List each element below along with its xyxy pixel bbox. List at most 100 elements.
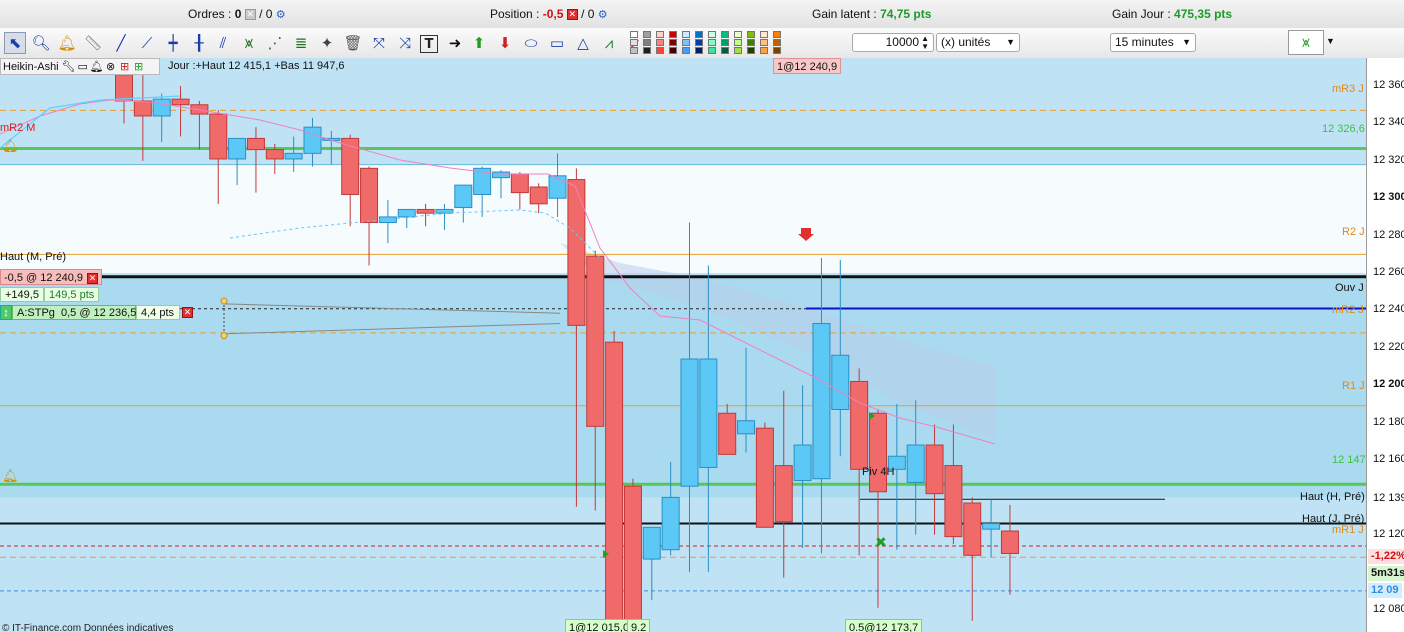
quantity-stepper-icon[interactable]: ▲ ▼: [921, 35, 929, 51]
alert-bell-icon[interactable]: 🔔︎: [56, 32, 78, 54]
color-swatch[interactable]: [747, 47, 755, 54]
position-value: -0,5: [542, 7, 564, 21]
color-swatch[interactable]: [695, 39, 703, 46]
channel-icon[interactable]: ⋰: [264, 32, 286, 54]
alert-bell-icon-2[interactable]: 🔔︎: [2, 468, 19, 484]
color-swatch[interactable]: [734, 31, 742, 38]
color-swatch[interactable]: [708, 39, 716, 46]
color-swatch[interactable]: [656, 31, 664, 38]
close-icon[interactable]: ⊗: [104, 60, 118, 73]
color-swatch[interactable]: [773, 31, 781, 38]
arrows-icon[interactable]: ⤨: [394, 32, 416, 54]
line-extended-icon[interactable]: ⟋: [136, 32, 158, 54]
drag-handle-icon[interactable]: ↕: [0, 305, 12, 320]
candle-body: [812, 322, 831, 480]
unit-chevron-down-icon: ▼: [1006, 37, 1015, 47]
zoom-icon[interactable]: 🔍︎: [30, 32, 52, 54]
color-swatch[interactable]: [669, 39, 677, 46]
color-swatch[interactable]: [760, 47, 768, 54]
color-swatch[interactable]: [656, 47, 664, 54]
color-swatch[interactable]: [682, 47, 690, 54]
color-swatch[interactable]: [695, 31, 703, 38]
color-swatch[interactable]: [630, 47, 638, 54]
color-swatch[interactable]: [747, 31, 755, 38]
chart-canvas[interactable]: ✖: [0, 58, 1366, 632]
color-swatch[interactable]: [773, 39, 781, 46]
alert-bell-icon[interactable]: 🔔︎: [90, 60, 104, 73]
wrench-icon[interactable]: 🔧︎: [62, 60, 76, 73]
color-swatch[interactable]: [734, 39, 742, 46]
quantity-input[interactable]: 10000 ▲ ▼: [852, 33, 934, 52]
color-swatch[interactable]: [682, 39, 690, 46]
down-arrow-icon[interactable]: ⊞: [118, 60, 132, 73]
candle-body: [642, 526, 661, 560]
color-swatch[interactable]: [734, 47, 742, 54]
color-swatch[interactable]: [656, 39, 664, 46]
unit-select[interactable]: (x) unités ▼: [936, 33, 1020, 52]
line-vertical-icon[interactable]: ╂: [188, 32, 210, 54]
line-horizontal-icon[interactable]: ┿: [162, 32, 184, 54]
arrow-cross-icon[interactable]: ⤧: [368, 32, 390, 54]
pointer-icon[interactable]: ⬉: [4, 32, 26, 54]
arrow-right-icon[interactable]: ➜: [444, 32, 466, 54]
triangle-icon[interactable]: △: [572, 32, 594, 54]
color-swatch[interactable]: [643, 47, 651, 54]
trash-icon[interactable]: 🗑︎: [342, 32, 364, 54]
position-order-close-icon[interactable]: ✕: [87, 273, 98, 284]
stop-order-close-button[interactable]: ✕: [182, 306, 193, 318]
top-order-label[interactable]: 1@12 240,9: [773, 58, 842, 74]
rectangle-icon[interactable]: ▭: [546, 32, 568, 54]
color-swatch[interactable]: [721, 47, 729, 54]
color-swatch[interactable]: [773, 47, 781, 54]
color-swatch[interactable]: [721, 31, 729, 38]
orders-cancel-icon[interactable]: ✕: [244, 9, 256, 21]
color-swatch[interactable]: [721, 39, 729, 46]
ruler-icon[interactable]: 📏︎: [82, 32, 104, 54]
orders-settings-icon[interactable]: ⚙: [276, 9, 286, 21]
candle-body: [586, 255, 605, 427]
price-chart[interactable]: ✖ Heikin-Ashi 🔧︎ ▭ 🔔︎ ⊗ ⊞ ⊞ Jour :+Haut …: [0, 58, 1366, 632]
color-swatch[interactable]: [669, 47, 677, 54]
color-swatch[interactable]: [630, 31, 638, 38]
text-icon[interactable]: T: [420, 35, 438, 53]
color-swatch[interactable]: [695, 47, 703, 54]
position-close-icon[interactable]: ✕: [566, 9, 578, 21]
position-settings-icon[interactable]: ⚙: [598, 9, 608, 21]
bottom-order-2[interactable]: 0.5@12 173,7: [845, 619, 923, 632]
color-palette[interactable]: [630, 31, 782, 55]
color-swatch[interactable]: [669, 31, 677, 38]
ellipse-icon[interactable]: ⬭: [520, 32, 542, 54]
arrow-down-red-icon[interactable]: ⬇: [494, 32, 516, 54]
stop-order-close-icon[interactable]: ✕: [182, 306, 193, 318]
price-tick: 12 139: [1373, 492, 1404, 505]
parallel-lines-icon[interactable]: ⫽: [212, 32, 234, 54]
up-arrow-icon[interactable]: ⊞: [132, 60, 146, 73]
color-swatch[interactable]: [643, 31, 651, 38]
trend-icon[interactable]: ⩙: [238, 32, 260, 54]
price-axis[interactable]: 12 360 12 340 12 320 12 300 12 280 12 260 12 2…: [1366, 58, 1404, 632]
position-order-chip[interactable]: -0,5 @ 12 240,9 ✕: [0, 269, 102, 285]
color-swatch[interactable]: [630, 39, 638, 46]
color-swatch[interactable]: [760, 31, 768, 38]
magic-wand-icon[interactable]: ✦: [316, 32, 338, 54]
interval-select-value: 15 minutes: [1115, 35, 1174, 49]
interval-select[interactable]: 15 minutes ▼: [1110, 33, 1196, 52]
indicators-chevron-down-icon[interactable]: ▼: [1326, 36, 1335, 46]
bottom-order-1[interactable]: 1@12 015,0: [565, 619, 634, 632]
color-swatch[interactable]: [643, 39, 651, 46]
candle-body: [171, 98, 190, 106]
window-icon[interactable]: ▭: [76, 60, 90, 73]
color-swatch[interactable]: [760, 39, 768, 46]
color-swatch[interactable]: [708, 31, 716, 38]
line-icon[interactable]: ╱: [110, 32, 132, 54]
zigzag-icon[interactable]: ⩘: [598, 32, 620, 54]
color-swatch[interactable]: [682, 31, 690, 38]
color-swatch[interactable]: [747, 39, 755, 46]
stop-order-chip[interactable]: A:STPg 0,5 @ 12 236,5: [12, 305, 136, 320]
price-tick: 12 180: [1373, 415, 1404, 428]
arrow-up-green-icon[interactable]: ⬆: [468, 32, 490, 54]
indicators-icon[interactable]: ⩙: [1288, 30, 1324, 55]
color-swatch[interactable]: [708, 47, 716, 54]
bottom-order-1b[interactable]: 9.2: [627, 619, 651, 632]
alert-bell-icon[interactable]: 🔔︎: [2, 138, 19, 154]
